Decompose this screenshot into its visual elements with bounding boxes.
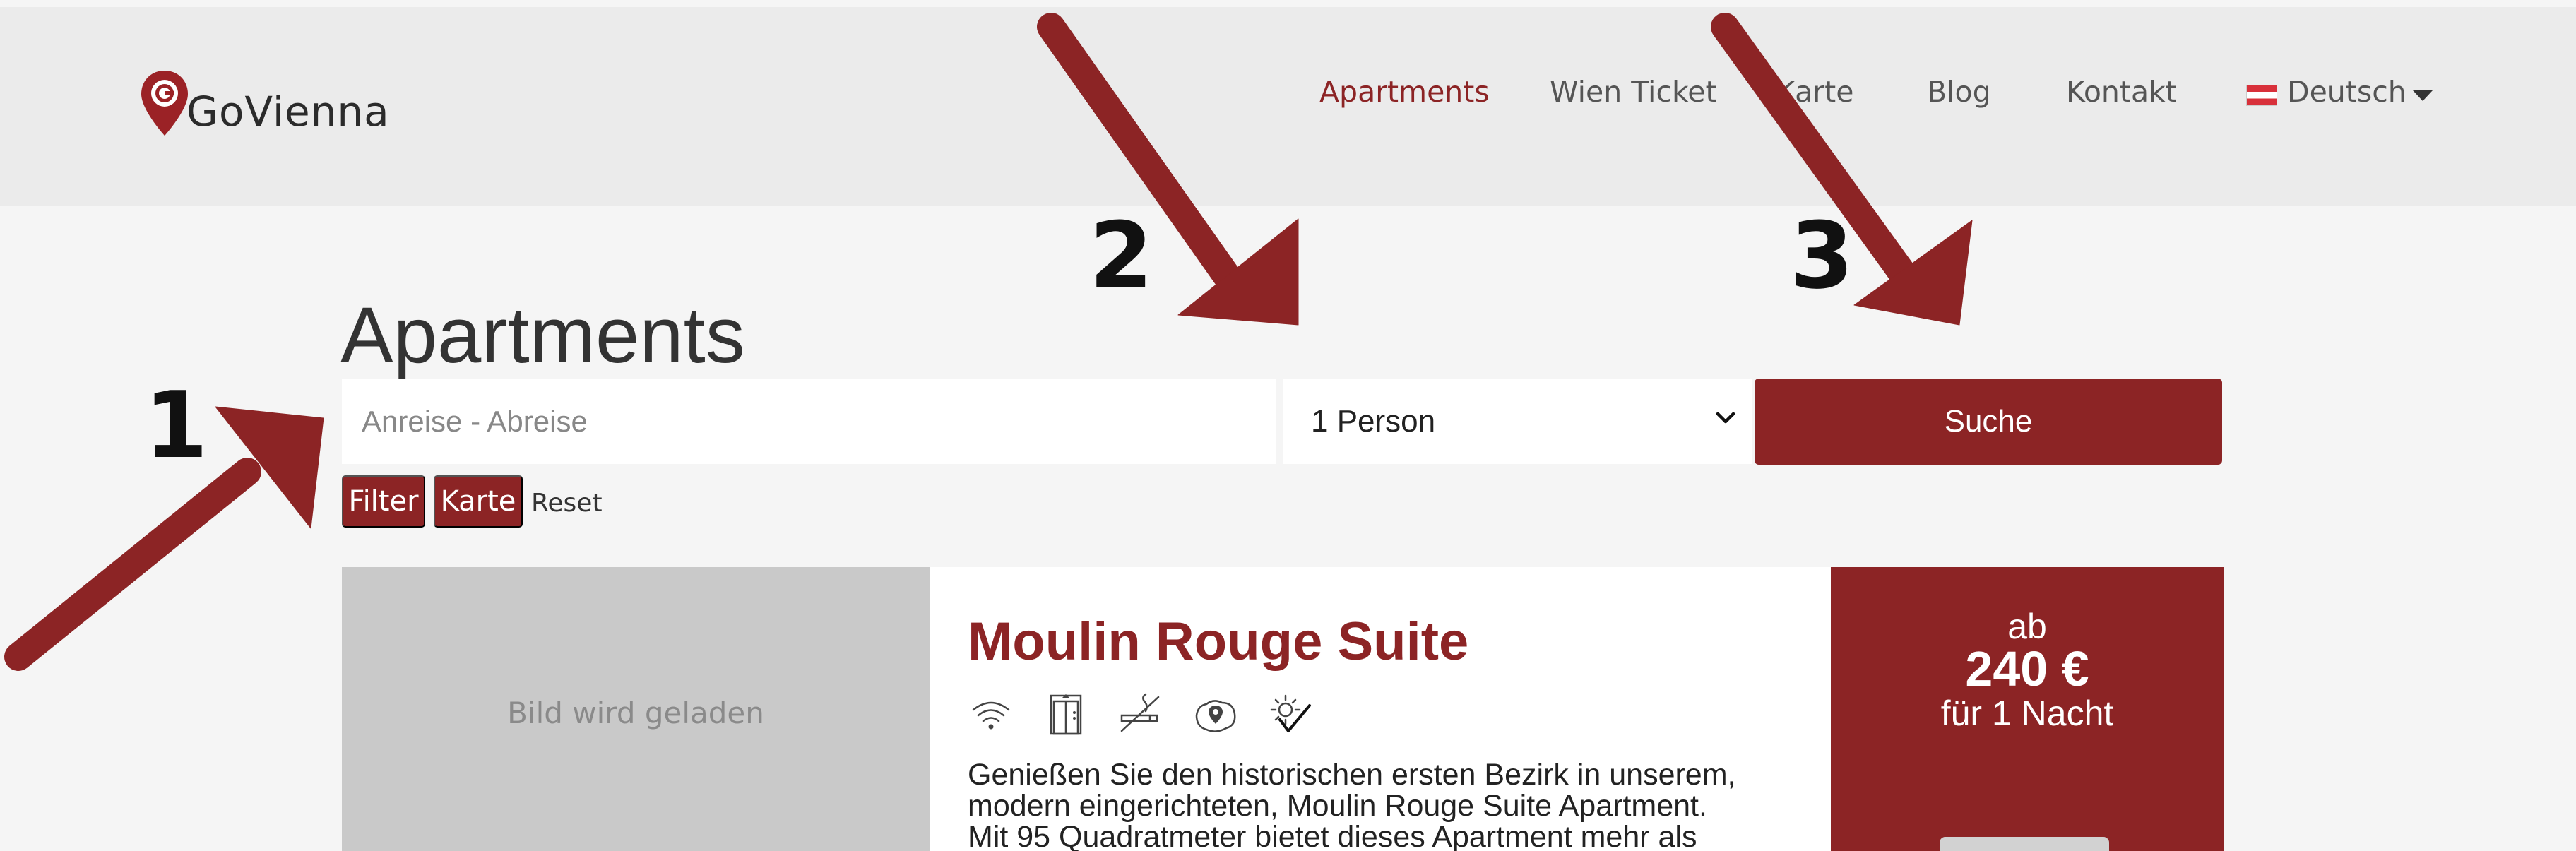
checkmark-badge-icon xyxy=(1270,694,1311,732)
annotation-label-2: 2 xyxy=(1089,202,1153,309)
site-header: GoVienna Apartments Wien Ticket Karte Bl… xyxy=(0,7,2576,206)
language-selector[interactable]: Deutsch xyxy=(2287,75,2406,109)
location-map-icon xyxy=(1195,700,1236,732)
description-line: modern eingerichteten, Moulin Rouge Suit… xyxy=(968,789,1707,823)
annotation-label-1: 1 xyxy=(144,371,208,479)
wifi-icon xyxy=(972,701,1010,730)
filter-button[interactable]: Filter xyxy=(342,475,425,528)
search-button[interactable]: Suche xyxy=(1755,379,2222,465)
austria-flag-icon xyxy=(2246,85,2277,106)
chevron-down-icon[interactable] xyxy=(2413,90,2433,101)
person-select[interactable]: 1 Person xyxy=(1283,379,1752,464)
elevator-icon xyxy=(1050,694,1082,735)
main-nav: Apartments Wien Ticket Karte Blog Kontak… xyxy=(0,75,2576,117)
annotation-arrowhead-1 xyxy=(215,406,324,529)
date-range-input[interactable] xyxy=(342,379,1276,464)
nav-item-karte[interactable]: Karte xyxy=(1776,75,1853,109)
description-line: Mit 95 Quadratmeter bietet dieses Apartm… xyxy=(968,820,1697,851)
page-title: Apartments xyxy=(340,291,745,379)
price-suffix: für 1 Nacht xyxy=(1940,694,2114,733)
listing-title[interactable]: Moulin Rouge Suite xyxy=(968,611,1468,672)
annotation-arrow-1 xyxy=(4,458,261,671)
nav-item-blog[interactable]: Blog xyxy=(1927,75,1991,109)
description-line: Genießen Sie den historischen ersten Bez… xyxy=(968,758,1736,792)
amenity-icons xyxy=(968,691,1314,738)
annotation-arrowhead-2 xyxy=(1177,218,1299,326)
image-loading-text: Bild wird geladen xyxy=(507,695,764,730)
price-box: ab 240 € für 1 Nacht xyxy=(1831,567,2224,851)
annotation-arrowhead-3 xyxy=(1853,220,1973,326)
listing-image-placeholder[interactable]: Bild wird geladen xyxy=(342,567,930,851)
person-select-value: 1 Person xyxy=(1311,404,1436,439)
chevron-down-icon xyxy=(1716,412,1735,424)
annotation-label-3: 3 xyxy=(1790,202,1854,309)
price-amount: 240 € xyxy=(1965,641,2089,696)
reset-link[interactable]: Reset xyxy=(531,489,603,518)
details-button[interactable] xyxy=(1940,837,2109,851)
map-button[interactable]: Karte xyxy=(434,475,523,528)
no-smoking-icon xyxy=(1120,693,1160,732)
listing-card: Moulin Rouge Suite Genießen Sie den hist… xyxy=(930,567,1831,851)
nav-item-wien-ticket[interactable]: Wien Ticket xyxy=(1550,75,1717,109)
listing-description: Genießen Sie den historischen ersten Bez… xyxy=(968,759,1815,851)
nav-item-kontakt[interactable]: Kontakt xyxy=(2066,75,2177,109)
nav-item-apartments[interactable]: Apartments xyxy=(1319,75,1490,109)
